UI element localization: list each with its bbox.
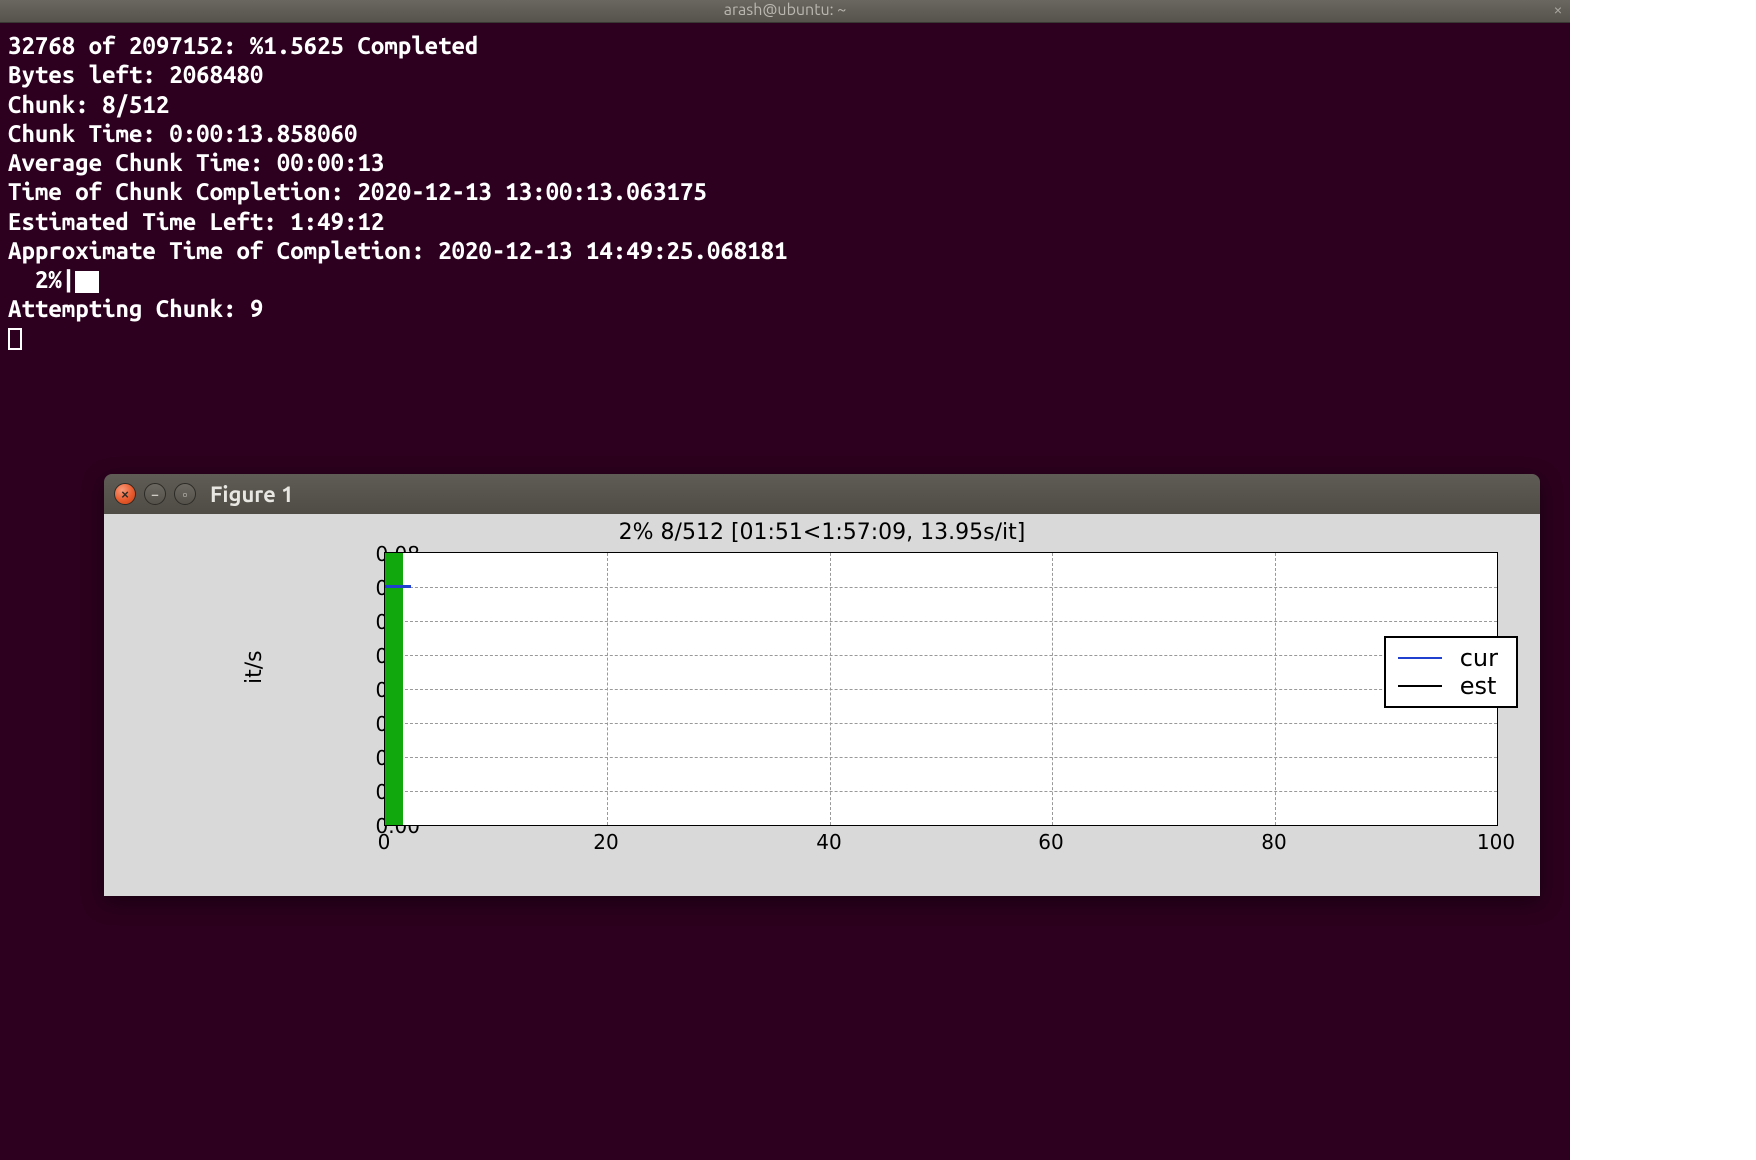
gridline-h xyxy=(385,791,1497,792)
chart-legend: cur est xyxy=(1384,636,1518,708)
terminal-window: arash@ubuntu: ~ × 32768 of 2097152: %1.5… xyxy=(0,0,1570,363)
desktop: arash@ubuntu: ~ × 32768 of 2097152: %1.5… xyxy=(0,0,1570,1160)
chart-title: 2% 8/512 [01:51<1:57:09, 13.95s/it] xyxy=(104,520,1540,545)
gridline-h xyxy=(385,723,1497,724)
gridline-h xyxy=(385,587,1497,588)
x-tick-label: 0 xyxy=(378,830,391,854)
x-tick-label: 40 xyxy=(816,830,841,854)
progress-bar-fill xyxy=(385,553,403,825)
gridline-v xyxy=(1052,553,1053,825)
terminal-line: Approximate Time of Completion: 2020-12-… xyxy=(8,236,1562,265)
window-minimize-button[interactable]: – xyxy=(144,483,166,505)
terminal-body[interactable]: 32768 of 2097152: %1.5625 Completed Byte… xyxy=(0,23,1570,363)
x-tick-label: 60 xyxy=(1038,830,1063,854)
legend-entry-est: est xyxy=(1398,672,1498,700)
chart-y-axis-label: it/s xyxy=(242,650,267,684)
window-close-button[interactable]: × xyxy=(114,483,136,505)
close-icon: × xyxy=(121,488,129,501)
gridline-h xyxy=(385,655,1497,656)
x-tick-label: 80 xyxy=(1261,830,1286,854)
figure-titlebar[interactable]: × – ▫ Figure 1 xyxy=(104,474,1540,514)
window-maximize-button[interactable]: ▫ xyxy=(174,483,196,505)
terminal-line: Bytes left: 2068480 xyxy=(8,60,1562,89)
figure-title: Figure 1 xyxy=(210,482,293,507)
terminal-titlebar[interactable]: arash@ubuntu: ~ × xyxy=(0,0,1570,23)
gridline-v xyxy=(830,553,831,825)
gridline-h xyxy=(385,689,1497,690)
terminal-line: Chunk: 8/512 xyxy=(8,90,1562,119)
terminal-title: arash@ubuntu: ~ xyxy=(724,1,847,19)
gridline-h xyxy=(385,621,1497,622)
legend-swatch-icon xyxy=(1398,657,1442,659)
terminal-cursor xyxy=(8,328,22,350)
blank-right-strip xyxy=(1570,0,1756,1160)
x-tick-label: 20 xyxy=(593,830,618,854)
figure-body: 2% 8/512 [01:51<1:57:09, 13.95s/it] it/s… xyxy=(104,514,1540,896)
terminal-line: 32768 of 2097152: %1.5625 Completed xyxy=(8,31,1562,60)
legend-label: cur xyxy=(1460,644,1498,672)
terminal-line: Time of Chunk Completion: 2020-12-13 13:… xyxy=(8,177,1562,206)
progress-cursor-block xyxy=(75,271,99,293)
gridline-v xyxy=(607,553,608,825)
gridline-v xyxy=(1275,553,1276,825)
chart-plot-area xyxy=(384,552,1498,826)
terminal-line: Average Chunk Time: 00:00:13 xyxy=(8,148,1562,177)
legend-entry-cur: cur xyxy=(1398,644,1498,672)
series-cur-marker xyxy=(385,585,411,588)
figure-window: × – ▫ Figure 1 2% 8/512 [01:51<1:57:09, … xyxy=(104,474,1540,896)
x-tick-label: 100 xyxy=(1477,830,1515,854)
terminal-progress-line: 2%| xyxy=(8,265,1562,294)
legend-label: est xyxy=(1460,672,1497,700)
progress-percent-text: 2%| xyxy=(8,266,75,293)
minimize-icon: – xyxy=(151,488,158,501)
maximize-icon: ▫ xyxy=(183,488,188,501)
terminal-line: Attempting Chunk: 9 xyxy=(8,294,1562,323)
legend-swatch-icon xyxy=(1398,685,1442,687)
close-icon[interactable]: × xyxy=(1554,2,1562,18)
gridline-h xyxy=(385,757,1497,758)
terminal-line: Estimated Time Left: 1:49:12 xyxy=(8,207,1562,236)
terminal-line: Chunk Time: 0:00:13.858060 xyxy=(8,119,1562,148)
